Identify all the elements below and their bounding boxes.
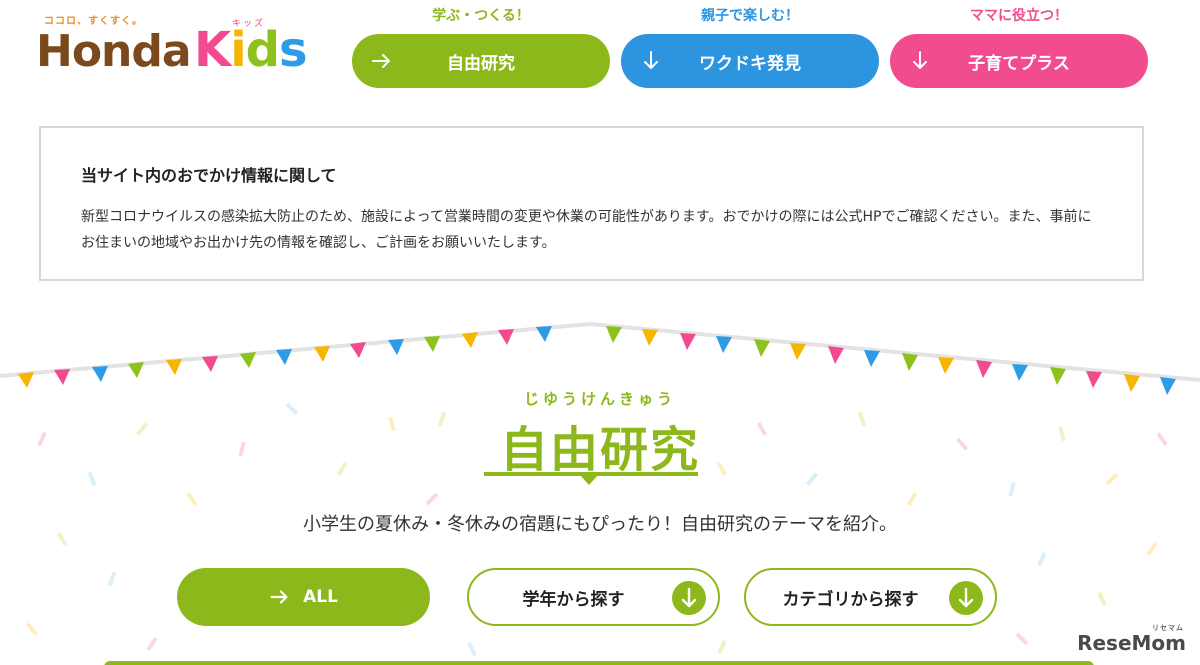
nav-group-wakudoki: 親子で楽しむ！ ワクドキ発見 [621, 6, 879, 88]
logo-kids-text: Kids [194, 22, 308, 78]
nav-button-jiyu-kenkyu[interactable]: 自由研究 [352, 34, 610, 88]
arrow-right-icon [270, 590, 288, 604]
jiyu-kenkyu-section: じゆうけんきゅう 自由研究 小学生の夏休み・冬休みの宿題にもぴったり！自由研究の… [0, 322, 1200, 665]
search-by-grade-button[interactable]: 学年から探す [467, 568, 720, 626]
resemom-watermark: リセマム ReseMom [1077, 624, 1186, 655]
nav-button-wakudoki[interactable]: ワクドキ発見 [621, 34, 879, 88]
nav-group-kosodate: ママに役立つ！ 子育てプラス [890, 6, 1148, 88]
nav-caption: ママに役立つ！ [970, 8, 1068, 24]
arrow-down-icon [913, 51, 927, 69]
title-underline-notch [580, 475, 598, 485]
all-button-label: ALL [303, 587, 338, 607]
section-title-ruby: じゆうけんきゅう [523, 390, 676, 408]
notice-body: 新型コロナウイルスの感染拡大防止のため、施設によって営業時間の変更や休業の可能性… [81, 209, 1092, 251]
nav-caption: 学ぶ・つくる！ [432, 8, 530, 24]
notice-title: 当サイト内のおでかけ情報に関して [81, 166, 337, 185]
nav-caption: 親子で楽しむ！ [701, 8, 799, 24]
arrow-down-circle-icon [672, 581, 706, 615]
search-by-category-label: カテゴリから探す [782, 589, 919, 610]
honda-kids-logo[interactable]: ココロ、すくすく。 キッズ Honda Kids [36, 8, 326, 82]
nav-button-kosodate[interactable]: 子育てプラス [890, 34, 1148, 88]
arrow-down-icon [644, 51, 658, 69]
section-title: 自由研究 [499, 422, 700, 478]
logo-honda-text: Honda [36, 26, 192, 77]
logo-tagline: ココロ、すくすく。 [44, 16, 143, 27]
notice-box: 当サイト内のおでかけ情報に関して 新型コロナウイルスの感染拡大防止のため、施設に… [39, 126, 1144, 281]
search-by-grade-label: 学年から探す [522, 589, 625, 610]
search-by-category-button[interactable]: カテゴリから探す [744, 568, 997, 626]
section-lead: 小学生の夏休み・冬休みの宿題にもぴったり！自由研究のテーマを紹介。 [303, 514, 897, 535]
arrow-down-circle-icon [949, 581, 983, 615]
all-button[interactable]: ALL [177, 568, 430, 626]
arrow-right-icon [372, 54, 390, 68]
next-panel-edge [104, 661, 1094, 665]
nav-group-jiyu-kenkyu: 学ぶ・つくる！ 自由研究 [352, 6, 610, 88]
